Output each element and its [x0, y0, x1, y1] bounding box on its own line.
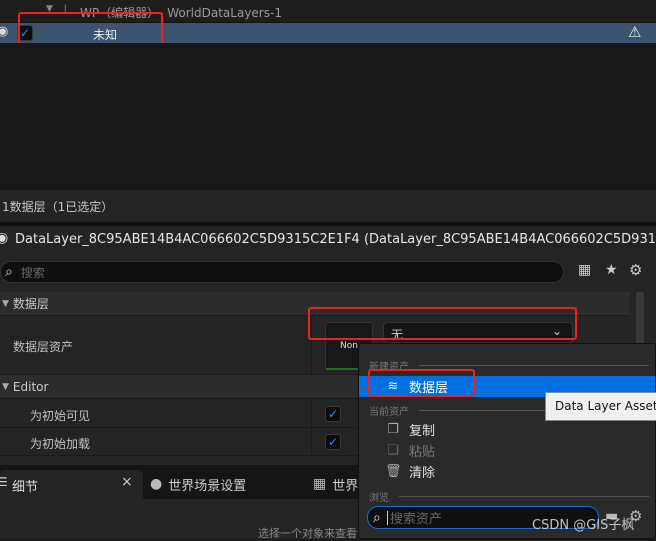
- warning-icon[interactable]: ⚠: [628, 23, 641, 41]
- initially-loaded-checkbox[interactable]: ✓: [325, 434, 341, 450]
- text-cursor: [386, 510, 388, 525]
- collapse-arrow-icon[interactable]: ▼: [46, 4, 53, 14]
- browse-header: 浏览: [369, 489, 649, 504]
- close-icon[interactable]: ×: [121, 474, 133, 490]
- category-label: 数据层: [12, 297, 49, 311]
- column-divider: [311, 317, 312, 375]
- layers-icon: ≋: [387, 379, 399, 394]
- property-label: 为初始可见: [30, 409, 91, 423]
- object-title: DataLayer_8C95ABE14B4AC066602C5D9315C2E1…: [15, 232, 656, 247]
- details-search-input[interactable]: ⌕ 搜索: [0, 261, 564, 283]
- search-icon: ⌕: [373, 509, 381, 526]
- combo-value: 无: [391, 328, 404, 342]
- new-asset-header: 新建资产: [369, 358, 649, 373]
- copy-icon: ❐: [387, 422, 399, 437]
- property-label: 为初始加载: [30, 437, 91, 451]
- search-placeholder: 搜索: [20, 265, 45, 280]
- category-data-layer[interactable]: ▼ 数据层: [0, 292, 630, 316]
- category-label: Editor: [12, 379, 49, 394]
- row-label: 未知: [93, 28, 118, 42]
- menu-item-paste[interactable]: ❏ 粘贴: [359, 440, 655, 461]
- menu-item-label: 粘贴: [409, 445, 436, 460]
- search-placeholder: 搜索资产: [389, 512, 442, 527]
- outliner-empty-area: [0, 43, 656, 190]
- details-icon: ☰: [0, 475, 8, 489]
- tooltip-text: Data Layer Asset: [555, 399, 656, 413]
- status-text: 1数据层（1已选定）: [2, 200, 114, 214]
- chevron-down-icon: ⌄: [552, 324, 563, 338]
- object-icon: ◉: [0, 230, 9, 246]
- tooltip: Data Layer Asset: [545, 392, 656, 421]
- gear-icon[interactable]: ⚙: [629, 261, 642, 279]
- menu-item-copy[interactable]: ❐ 复制: [359, 419, 655, 440]
- trash-icon: 🗑: [385, 464, 402, 479]
- world-icon: ⊥: [60, 2, 71, 16]
- menu-item-label: 复制: [409, 424, 436, 439]
- outliner-status-bar: 1数据层（1已选定）: [0, 190, 656, 222]
- table-view-icon[interactable]: ▦: [578, 262, 591, 278]
- tab-details[interactable]: ☰ 细节 ×: [0, 470, 143, 499]
- column-divider: [311, 400, 312, 428]
- tab-label: 世界场景设置: [168, 478, 247, 494]
- property-label: 数据层资产: [13, 340, 74, 354]
- tab-world-settings[interactable]: ● 世界场景设置: [150, 472, 246, 496]
- outliner-header-label: WP（编辑器）- WorldDataLayers-1: [80, 6, 282, 20]
- menu-item-clear[interactable]: 🗑 清除: [359, 461, 655, 482]
- data-layer-row-selected[interactable]: ◉ ✓ 未知 ⚠: [0, 23, 656, 43]
- eye-icon[interactable]: ◉: [0, 24, 8, 39]
- column-divider: [311, 428, 312, 456]
- asset-picker-menu: 新建资产 ≋ 数据层 当前资产 ❐ 复制 ❏ 粘贴 🗑 清除 浏览 ⌕ 搜索资产 ▬ ⚙: [358, 343, 656, 539]
- tab-label: 细节: [12, 480, 39, 495]
- row-checkbox[interactable]: ✓: [17, 25, 33, 41]
- star-icon[interactable]: ★: [605, 262, 618, 278]
- search-icon: ⌕: [5, 264, 13, 280]
- menu-item-label: 数据层: [409, 381, 449, 396]
- tab-label: 世界: [332, 478, 359, 494]
- paste-icon: ❏: [387, 443, 399, 458]
- initially-visible-checkbox[interactable]: ✓: [325, 406, 341, 422]
- grid-icon: ▦: [313, 476, 327, 492]
- watermark: CSDN @GIS子枫: [532, 518, 635, 533]
- menu-item-label: 清除: [409, 466, 436, 481]
- asset-combo-box[interactable]: 无 ⌄: [383, 322, 573, 343]
- outliner-header-row[interactable]: ▼ ⊥ WP（编辑器）- WorldDataLayers-1: [0, 0, 656, 23]
- globe-icon: ●: [150, 476, 163, 492]
- tab-world[interactable]: ▦ 世界: [313, 472, 358, 496]
